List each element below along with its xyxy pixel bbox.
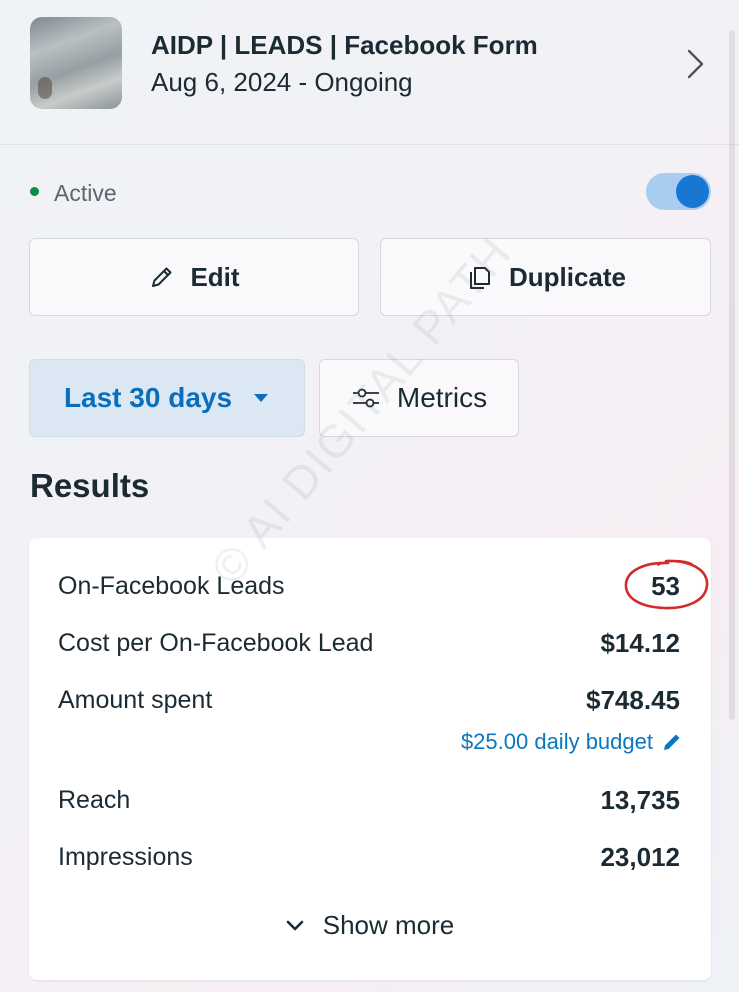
row-label-reach: Reach [58, 786, 131, 814]
campaign-dates: Aug 6, 2024 - Ongoing [151, 67, 413, 97]
row-label-impressions: Impressions [58, 843, 193, 871]
edit-button-label: Edit [190, 261, 240, 292]
copy-icon [469, 267, 490, 289]
highlight-circle [624, 559, 709, 610]
show-more-label: Show more [322, 910, 455, 940]
sliders-icon [352, 388, 379, 408]
status-dot-icon [30, 187, 39, 196]
active-toggle[interactable] [646, 173, 711, 210]
chevron-down-icon [286, 920, 304, 930]
toggle-knob [676, 175, 709, 208]
duplicate-button-label: Duplicate [508, 261, 627, 292]
campaign-thumbnail [30, 17, 122, 109]
campaign-title: AIDP | LEADS | Facebook Form [151, 30, 538, 60]
row-value-amount-spent: $748.45 [586, 685, 680, 715]
row-value-impressions: 23,012 [600, 842, 680, 872]
edit-button[interactable]: Edit [29, 238, 359, 316]
pencil-icon [664, 734, 680, 750]
daily-budget-label: $25.00 daily budget [460, 729, 653, 754]
caret-down-icon [254, 394, 269, 402]
row-label-amount-spent: Amount spent [58, 686, 213, 714]
chevron-right-icon[interactable] [682, 48, 708, 80]
metrics-button[interactable]: Metrics [319, 359, 519, 437]
daily-budget-link[interactable]: $25.00 daily budget [461, 729, 683, 755]
date-range-dropdown[interactable]: Last 30 days [29, 359, 305, 437]
metrics-button-label: Metrics [396, 382, 488, 413]
results-title: Results [30, 467, 150, 504]
duplicate-button[interactable]: Duplicate [380, 238, 711, 316]
row-label-cost-per-lead: Cost per On-Facebook Lead [58, 629, 374, 657]
status-label: Active [54, 180, 117, 206]
row-value-reach: 13,735 [600, 785, 680, 815]
campaign-header[interactable]: AIDP | LEADS | Facebook Form Aug 6, 2024… [0, 0, 739, 145]
row-label-leads: On-Facebook Leads [58, 572, 285, 600]
scrollbar[interactable] [729, 30, 735, 720]
date-range-label: Last 30 days [63, 382, 233, 413]
row-value-cost-per-lead: $14.12 [600, 628, 680, 658]
show-more-button[interactable]: Show more [0, 910, 739, 941]
pencil-icon [152, 267, 172, 287]
